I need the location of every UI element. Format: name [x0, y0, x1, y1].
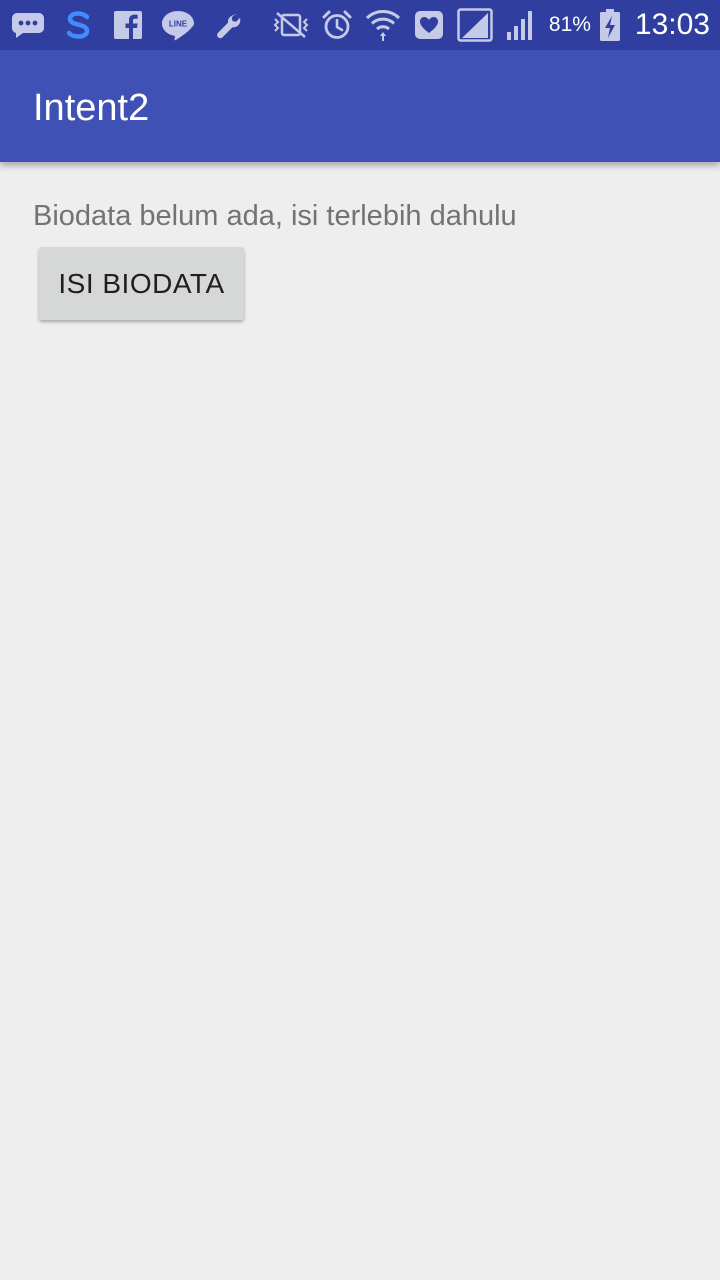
app-title: Intent2: [33, 87, 150, 129]
wifi-icon: [365, 7, 401, 43]
alarm-icon: [319, 7, 355, 43]
clock: 13:03: [634, 8, 710, 41]
biodata-empty-message: Biodata belum ada, isi terlebih dahulu: [33, 200, 517, 232]
status-bar: LINE 81% 13:03: [0, 0, 720, 50]
heart-icon: [411, 7, 447, 43]
app-bar: Intent2: [0, 50, 720, 162]
wrench-icon: [210, 7, 246, 43]
main-content: Biodata belum ada, isi terlebih dahulu I…: [0, 162, 720, 1280]
isi-biodata-button[interactable]: ISI BIODATA: [39, 247, 244, 320]
status-bar-system: 81% 13:03: [273, 0, 710, 50]
line-icon: LINE: [160, 7, 196, 43]
signal-icon: [457, 7, 493, 43]
battery-charging-icon: [599, 7, 621, 43]
svg-text:LINE: LINE: [169, 20, 188, 29]
signal-2-icon: [503, 7, 539, 43]
facebook-icon: [110, 7, 146, 43]
s-app-icon: [60, 7, 96, 43]
battery-percent: 81%: [548, 13, 591, 36]
vibrate-icon: [273, 7, 309, 43]
messages-icon: [10, 7, 46, 43]
status-bar-notifications: LINE: [10, 0, 246, 50]
